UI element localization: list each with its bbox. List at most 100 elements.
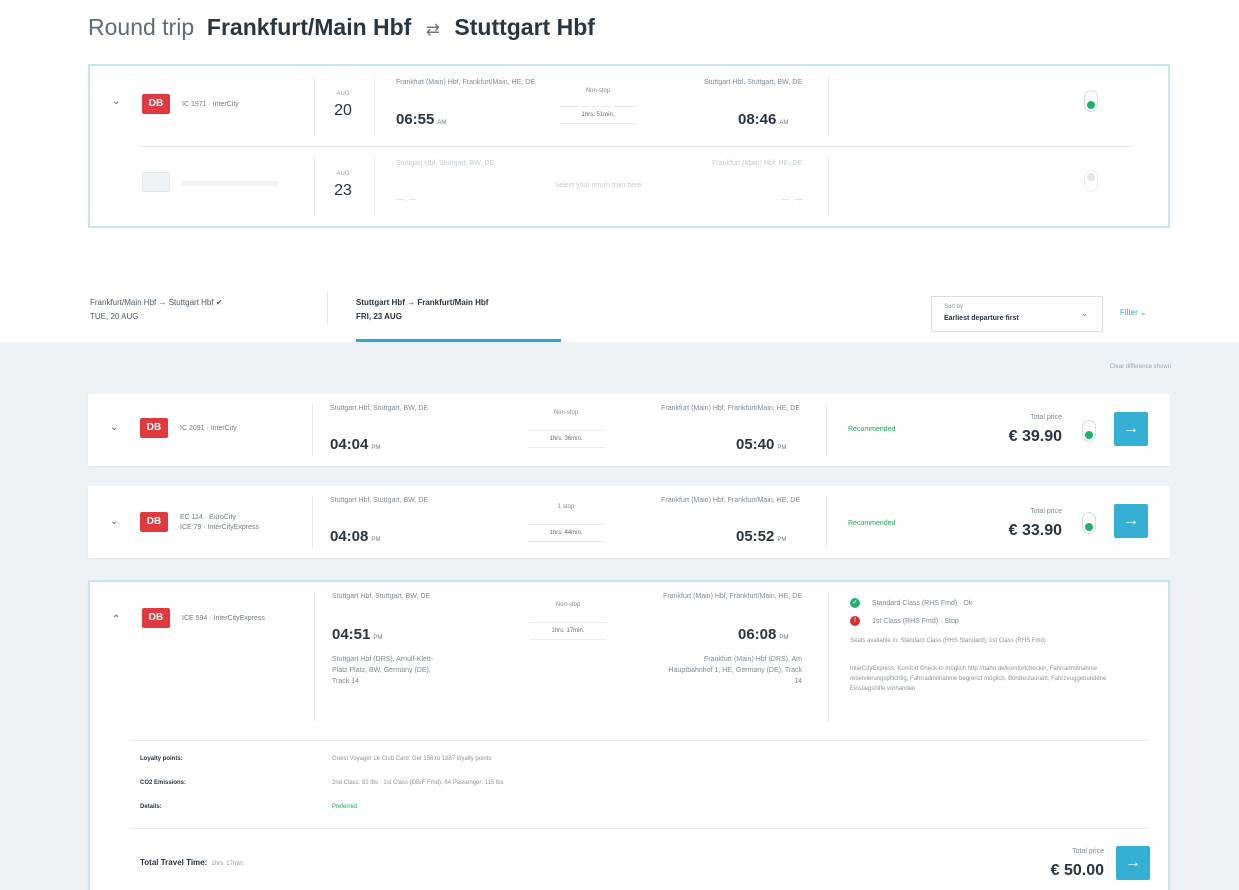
divider: [828, 76, 829, 136]
return-train-prompt[interactable]: Select your return train here: [528, 180, 668, 191]
chevron-down-icon: ⌄: [1081, 309, 1088, 318]
divider: [312, 496, 313, 548]
departure-time: 06:55 AM: [396, 111, 447, 128]
tab-outbound[interactable]: Frankfurt/Main Hbf → Stuttgart Hbf ✔: [90, 298, 223, 307]
tab-return[interactable]: Stuttgart Hbf → Frankfurt/Main Hbf: [356, 298, 488, 307]
duration-label: 1hrs. 51min.: [560, 106, 636, 124]
arrow-right-icon[interactable]: →: [1114, 504, 1148, 538]
class-availability: ! 1st Class (RHS Fmd) · Stop: [850, 616, 959, 626]
departure-place: Stuttgart Hbf, Stuttgart, BW, DE: [330, 405, 429, 412]
departure-place: Stuttgart Hbf, Stuttgart, BW, DE: [330, 497, 429, 504]
divider: [130, 740, 1148, 741]
departure-time: — : —: [396, 196, 416, 203]
result-card[interactable]: ⌄ DB IC 2091 · InterCity Stuttgart Hbf, …: [88, 394, 1170, 466]
db-logo-icon: DB: [142, 608, 170, 628]
leg-tabs: Frankfurt/Main Hbf → Stuttgart Hbf ✔ TUE…: [0, 280, 1239, 342]
total-price: € 50.00: [1050, 862, 1104, 879]
loyalty-label: Loyalty points:: [140, 756, 183, 762]
train-name: ICE 594 · InterCityExpress: [182, 615, 265, 622]
date-month: AUG: [336, 171, 350, 177]
filter-button[interactable]: Filter ⌄: [1120, 308, 1147, 317]
arrival-place: Stuttgart Hbf, Stuttgart, BW, DE: [703, 79, 802, 86]
class-availability: ✓ Standard Class (RHS Fmd) · Ok: [850, 598, 972, 608]
page-title: Round trip Frankfurt/Main Hbf ⇄ Stuttgar…: [88, 14, 595, 41]
total-price-label: Total price: [1030, 414, 1062, 421]
divider: [314, 76, 315, 136]
co2-value: 2nd Class: 82 lbs · 1st Class (DB/F Fmd)…: [332, 780, 504, 786]
stop-icon: !: [850, 616, 860, 626]
select-toggle[interactable]: [1082, 512, 1096, 534]
duration-label: 1hrs. 36min.: [528, 430, 604, 448]
date-month: AUG: [336, 91, 350, 97]
divider: [130, 828, 1148, 829]
recommended-badge: Recommended: [848, 520, 896, 527]
details-label: Details:: [140, 804, 162, 810]
divider: [828, 156, 829, 216]
recommended-badge: Recommended: [848, 426, 896, 433]
train-features: InterCityExpress, Komfort Check-in mögli…: [850, 666, 1107, 692]
sort-label: Sort by: [944, 304, 964, 310]
stops-label: Non-stop: [585, 88, 611, 94]
arrival-place: Frankfurt (Main) Hbf, Frankfurt/Main, HE…: [661, 405, 800, 412]
sort-select[interactable]: Sort by Earliest departure first ⌄: [931, 296, 1103, 332]
date-day: 23: [334, 182, 352, 199]
chevron-down-icon[interactable]: ⌄: [112, 96, 120, 107]
result-card[interactable]: ⌄ DB EC 114 · EuroCity ICE 79 · InterCit…: [88, 486, 1170, 558]
divider: [826, 496, 827, 548]
total-price-label: Total price: [1030, 508, 1062, 515]
arrival-station-details: Frankfurt (Main) Hbf (DRS), Am Hauptbahn…: [668, 656, 802, 685]
trip-summary: ⌄ DB IC 1971 · InterCity AUG 20 Frankfur…: [88, 64, 1170, 228]
divider: [826, 404, 827, 456]
divider: [327, 292, 328, 324]
arrival-time: — : —: [782, 196, 802, 203]
departure-place: Stuttgart Hbf, Stuttgart, BW, DE: [396, 160, 495, 167]
co2-label: CO2 Emissions:: [140, 780, 187, 786]
origin-station: Frankfurt/Main Hbf: [206, 14, 412, 40]
details-value: Preferred: [332, 804, 358, 810]
arrival-place: Frankfurt (Main) Hbf, HE, DE: [712, 160, 802, 167]
stops-label: Non-stop: [553, 410, 579, 416]
departure-place: Stuttgart Hbf, Stuttgart, BW, DE: [332, 593, 431, 600]
select-toggle[interactable]: [1084, 90, 1098, 112]
arrow-right-icon[interactable]: →: [1116, 846, 1150, 880]
db-logo-icon: [142, 172, 170, 192]
chevron-down-icon[interactable]: ⌄: [110, 516, 118, 527]
swap-icon[interactable]: ⇄: [426, 20, 440, 39]
total-price: € 39.90: [1008, 428, 1062, 445]
db-logo-icon: DB: [140, 418, 168, 438]
select-toggle[interactable]: [1084, 170, 1098, 192]
db-logo-icon: DB: [140, 512, 168, 532]
divider: [314, 592, 315, 722]
results-panel: Clear difference shown ⌄ DB IC 2091 · In…: [0, 342, 1239, 890]
divider: [314, 156, 315, 216]
divider: [828, 592, 829, 722]
loyalty-value: Guest Voyager Le Club Card: Get 156 to 1…: [332, 756, 492, 762]
departure-place: Frankfurt (Main) Hbf, Frankfurt/Main, HE…: [396, 79, 535, 86]
chevron-up-icon[interactable]: ⌃: [112, 614, 120, 625]
divider: [374, 156, 375, 216]
db-logo-icon: DB: [142, 94, 170, 114]
departure-station-details: Stuttgart Hbf (DRS), Arnulf-Klett-Platz …: [332, 656, 434, 685]
arrival-time: 05:40 PM: [736, 436, 787, 453]
total-price-label: Total price: [1072, 848, 1104, 855]
tab-return-date: FRI, 23 AUG: [356, 312, 402, 321]
chevron-down-icon[interactable]: ⌄: [110, 422, 118, 433]
train-name: IC 2091 · InterCity: [180, 425, 237, 432]
select-toggle[interactable]: [1082, 420, 1096, 442]
arrival-place: Frankfurt (Main) Hbf, Frankfurt/Main, HE…: [661, 497, 800, 504]
departure-time: 04:51 PM: [332, 626, 383, 643]
result-card-expanded[interactable]: ⌃ DB ICE 594 · InterCityExpress Stuttgar…: [88, 580, 1170, 890]
seat-note: Seats available in: Standard Class (RHS …: [850, 638, 1046, 644]
arrival-time: 08:46 AM: [738, 111, 789, 128]
arrival-time: 05:52 PM: [736, 528, 787, 545]
sort-value: Earliest departure first: [944, 315, 1019, 322]
train-name: IC 1971 · InterCity: [182, 101, 239, 108]
destination-station: Stuttgart Hbf: [454, 14, 595, 40]
stops-label: Non-stop: [555, 602, 581, 608]
arrow-right-icon[interactable]: →: [1114, 412, 1148, 446]
divider: [140, 146, 1132, 147]
results-link[interactable]: Clear difference shown: [1110, 364, 1171, 370]
arrival-place: Frankfurt (Main) Hbf, Frankfurt/Main, HE…: [663, 593, 802, 600]
tab-outbound-date: TUE, 20 AUG: [90, 312, 139, 321]
duration-label: 1hrs. 44min.: [528, 524, 604, 542]
